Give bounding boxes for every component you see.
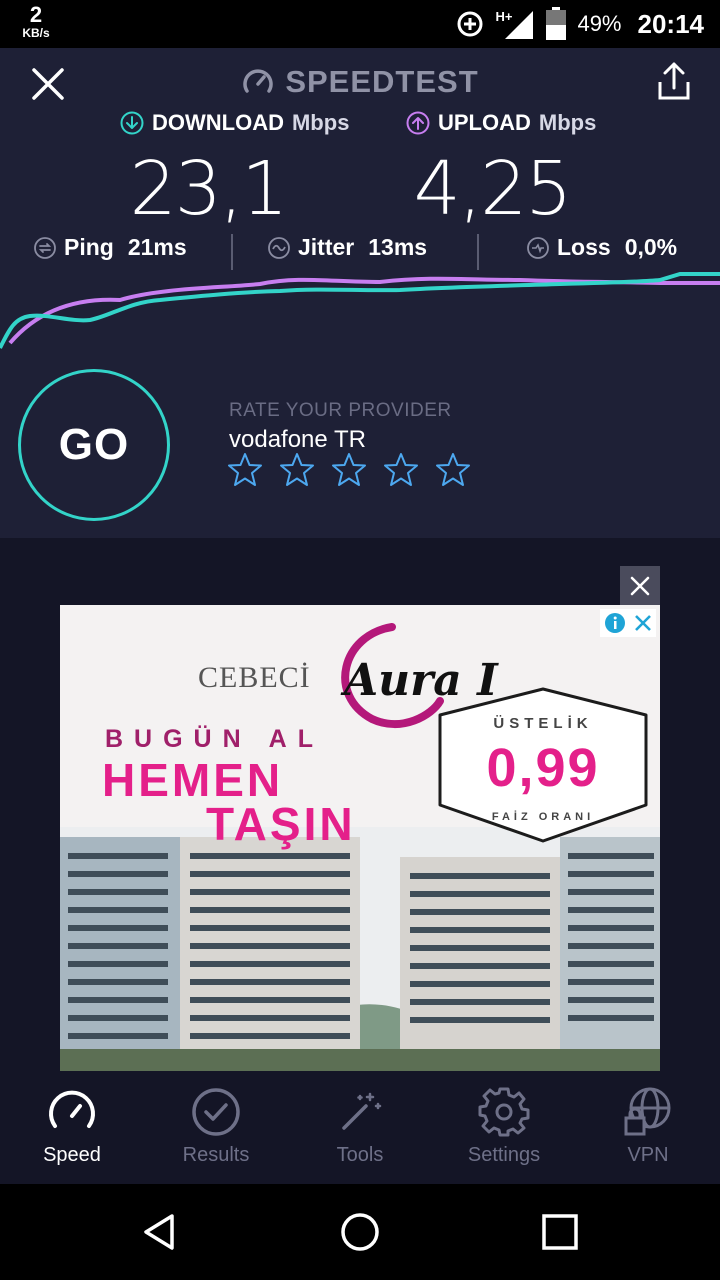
jitter-value: 13ms xyxy=(368,234,428,260)
network-speed-unit: KB/s xyxy=(22,26,50,40)
download-value: 23,1 xyxy=(129,146,289,232)
jitter-label: Jitter xyxy=(298,234,355,260)
upload-header: UPLOAD Mbps xyxy=(406,110,596,136)
nav-results-label: Results xyxy=(182,1144,250,1166)
speed-graph xyxy=(0,272,720,349)
network-speed-value: 2 xyxy=(29,2,43,27)
ping-icon xyxy=(34,236,56,259)
ad-badge-value: 0,99 xyxy=(486,738,600,798)
nav-speed[interactable]: Speed xyxy=(0,1072,144,1184)
star-icon[interactable] xyxy=(435,452,471,488)
download-label: DOWNLOAD xyxy=(152,110,284,135)
bottom-navigation: Speed Results Tools Settings VPN xyxy=(0,1072,720,1184)
battery-percent: 49% xyxy=(577,11,622,36)
home-icon[interactable] xyxy=(338,1210,382,1254)
share-icon[interactable] xyxy=(654,60,694,104)
upload-unit: Mbps xyxy=(538,110,597,135)
app-title: SPEEDTEST xyxy=(0,62,720,102)
checkmark-circle-icon xyxy=(192,1088,240,1136)
ad-badge-top: ÜSTELİK xyxy=(493,715,593,732)
provider-name: vodafone TR xyxy=(229,426,366,453)
download-graph-line xyxy=(0,272,720,349)
upload-arrow-icon xyxy=(406,111,430,135)
rating-stars xyxy=(227,452,471,488)
loss-label: Loss xyxy=(557,234,611,260)
star-icon[interactable] xyxy=(227,452,263,488)
battery-icon xyxy=(546,7,567,40)
nav-settings-label: Settings xyxy=(467,1144,541,1166)
nav-vpn[interactable]: VPN xyxy=(576,1072,720,1184)
signal-icon xyxy=(505,11,534,39)
star-icon[interactable] xyxy=(383,452,419,488)
nav-tools[interactable]: Tools xyxy=(288,1072,432,1184)
close-icon xyxy=(630,576,650,596)
star-icon[interactable] xyxy=(331,452,367,488)
upload-value: 4,25 xyxy=(413,146,573,232)
nav-settings[interactable]: Settings xyxy=(432,1072,576,1184)
go-button[interactable]: GO xyxy=(18,369,170,521)
ping-value: 21ms xyxy=(127,234,187,260)
nav-vpn-label: VPN xyxy=(627,1144,669,1166)
back-icon[interactable] xyxy=(138,1210,182,1254)
rate-provider-label: RATE YOUR PROVIDER xyxy=(229,400,452,421)
clock: 20:14 xyxy=(637,8,705,39)
upload-label: UPLOAD xyxy=(438,110,531,135)
download-unit: Mbps xyxy=(291,110,350,135)
star-icon[interactable] xyxy=(279,452,315,488)
speedometer-logo-icon xyxy=(243,69,273,93)
recents-icon[interactable] xyxy=(538,1210,582,1254)
system-navigation-bar xyxy=(0,1184,720,1280)
nav-speed-label: Speed xyxy=(43,1144,101,1166)
download-header: DOWNLOAD Mbps xyxy=(120,110,349,136)
speedtest-panel: SPEEDTEST DOWNLOAD Mbps 23,1 UPLOAD Mbps… xyxy=(0,48,720,538)
gear-icon xyxy=(478,1087,530,1137)
advertisement-banner[interactable]: CEBECİ Aura I BUGÜN AL HEMEN TAŞIN ÜSTEL… xyxy=(60,605,660,1071)
speedometer-icon xyxy=(49,1090,95,1128)
ad-info-controls[interactable] xyxy=(600,609,656,637)
jitter-icon xyxy=(268,236,290,259)
globe-lock-icon xyxy=(624,1087,671,1136)
info-icon[interactable] xyxy=(604,612,626,634)
magic-wand-icon xyxy=(342,1092,382,1130)
ad-close-button[interactable] xyxy=(620,566,660,606)
nav-tools-label: Tools xyxy=(336,1144,384,1166)
ping-stat: Ping 21ms xyxy=(34,234,187,261)
signal-indicator: H+ xyxy=(495,7,535,41)
loss-icon xyxy=(527,236,549,259)
loss-value: 0,0% xyxy=(624,234,678,260)
loss-stat: Loss 0,0% xyxy=(527,234,677,261)
ad-badge-bottom: FAİZ ORANI xyxy=(491,811,595,823)
network-speed-indicator: 2 KB/s xyxy=(18,2,54,40)
ad-buildings-image xyxy=(60,827,660,1071)
data-saver-icon xyxy=(457,11,483,37)
app-title-text: SPEEDTEST xyxy=(285,64,479,99)
nav-results[interactable]: Results xyxy=(144,1072,288,1184)
status-bar: 2 KB/s H+ 49% 20:14 xyxy=(0,0,720,48)
go-button-label: GO xyxy=(58,420,130,469)
download-arrow-icon xyxy=(120,111,144,135)
ping-label: Ping xyxy=(64,234,114,260)
ad-headline-3: TAŞIN xyxy=(206,798,356,850)
ad-brand: CEBECİ xyxy=(198,661,311,694)
jitter-stat: Jitter 13ms xyxy=(268,234,427,261)
ad-headline-1: BUGÜN AL xyxy=(105,725,325,753)
close-icon[interactable] xyxy=(634,614,652,632)
